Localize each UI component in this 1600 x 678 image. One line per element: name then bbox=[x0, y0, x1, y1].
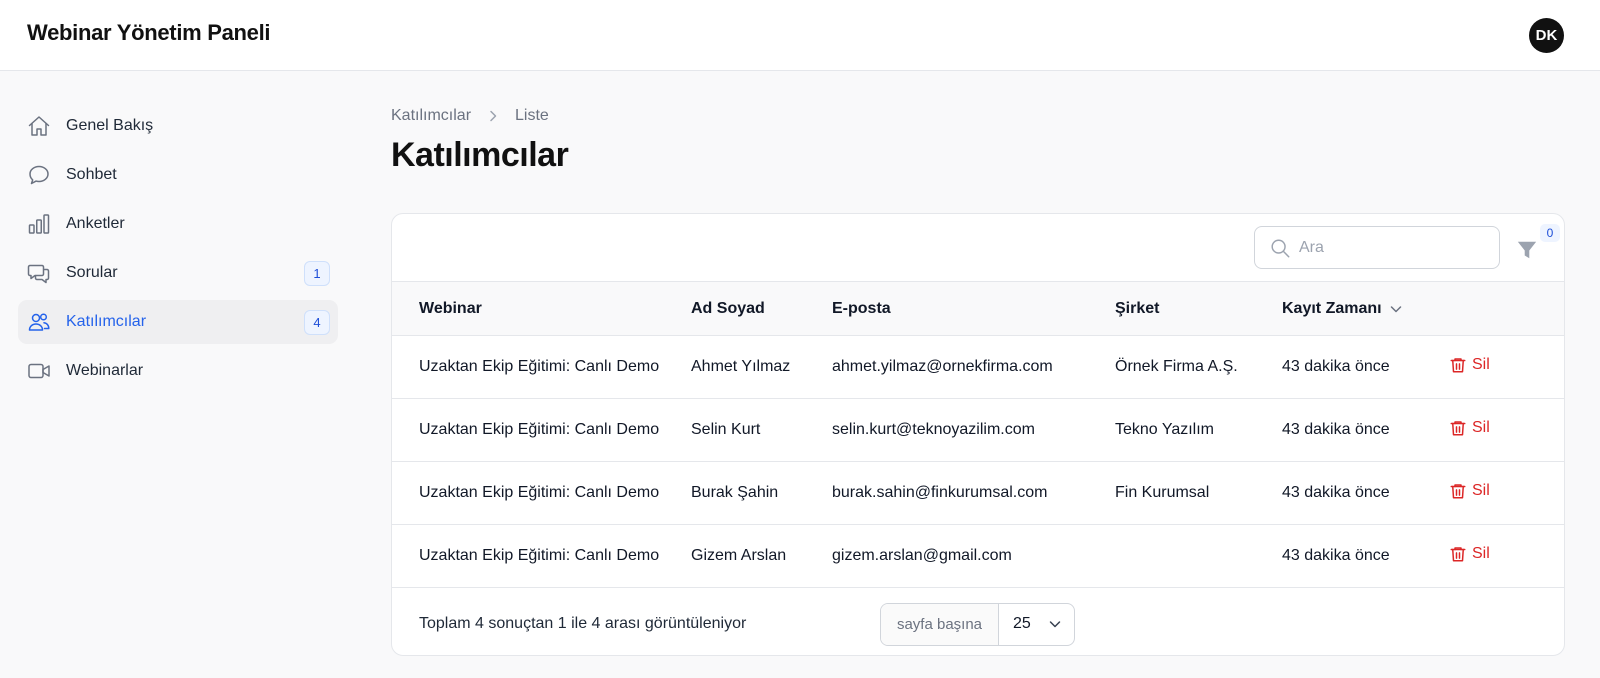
chevron-down-icon bbox=[1388, 301, 1404, 317]
bar-chart-icon bbox=[27, 212, 51, 236]
chat-bubble-icon bbox=[27, 163, 51, 187]
table-header-row: Webinar Ad Soyad E-posta Şirket Kayıt Za… bbox=[392, 281, 1564, 336]
app-title: Webinar Yönetim Paneli bbox=[27, 20, 271, 45]
cell-webinar: Uzaktan Ekip Eğitimi: Canlı Demo bbox=[392, 398, 691, 462]
filter-icon bbox=[1517, 241, 1537, 259]
per-page-control: sayfa başına 25 bbox=[880, 603, 1075, 646]
trash-icon bbox=[1449, 356, 1467, 374]
cell-email: burak.sahin@finkurumsal.com bbox=[832, 461, 1115, 525]
table-row: Uzaktan Ekip Eğitimi: Canlı Demo Burak Ş… bbox=[392, 461, 1564, 525]
sidebar-item-label: Webinarlar bbox=[66, 362, 144, 379]
cell-email: selin.kurt@teknoyazilim.com bbox=[832, 398, 1115, 462]
search-input[interactable] bbox=[1299, 227, 1489, 268]
cell-name: Ahmet Yılmaz bbox=[691, 335, 832, 399]
cell-name: Selin Kurt bbox=[691, 398, 832, 462]
breadcrumb: Katılımcılar Liste bbox=[391, 107, 549, 125]
per-page-label: sayfa başına bbox=[881, 604, 999, 645]
home-icon bbox=[27, 114, 51, 138]
delete-label: Sil bbox=[1472, 481, 1490, 499]
cell-actions: Sil bbox=[1449, 398, 1564, 462]
table-row: Uzaktan Ekip Eğitimi: Canlı Demo Gizem A… bbox=[392, 524, 1564, 588]
cell-email: gizem.arslan@gmail.com bbox=[832, 524, 1115, 588]
cell-name: Gizem Arslan bbox=[691, 524, 832, 588]
participants-table-card: 0 Webinar Ad Soyad E-posta Şirket Kayıt … bbox=[391, 213, 1565, 656]
search-box bbox=[1254, 226, 1500, 269]
cell-email: ahmet.yilmaz@ornekfirma.com bbox=[832, 335, 1115, 399]
table-row: Uzaktan Ekip Eğitimi: Canlı Demo Selin K… bbox=[392, 398, 1564, 462]
cell-actions: Sil bbox=[1449, 524, 1564, 588]
trash-icon bbox=[1449, 545, 1467, 563]
sidebar-item-katilimcilar[interactable]: Katılımcılar 4 bbox=[18, 300, 338, 344]
delete-button[interactable]: Sil bbox=[1449, 482, 1490, 500]
sidebar-count-badge: 4 bbox=[304, 310, 330, 335]
sidebar-item-webinarlar[interactable]: Webinarlar bbox=[18, 349, 338, 393]
breadcrumb-parent-link[interactable]: Katılımcılar bbox=[391, 107, 471, 125]
cell-webinar: Uzaktan Ekip Eğitimi: Canlı Demo bbox=[392, 461, 691, 525]
sidebar-item-label: Katılımcılar bbox=[66, 313, 147, 330]
sidebar-item-sohbet[interactable]: Sohbet bbox=[18, 153, 338, 197]
column-header-name: Ad Soyad bbox=[691, 281, 832, 336]
delete-button[interactable]: Sil bbox=[1449, 419, 1490, 437]
delete-button[interactable]: Sil bbox=[1449, 545, 1490, 563]
table-toolbar: 0 bbox=[392, 214, 1564, 281]
cell-company bbox=[1115, 524, 1282, 588]
column-header-email: E-posta bbox=[832, 281, 1115, 336]
sidebar-item-label: Sohbet bbox=[66, 166, 117, 183]
delete-button[interactable]: Sil bbox=[1449, 356, 1490, 374]
sidebar-item-label: Genel Bakış bbox=[66, 117, 154, 134]
column-header-webinar: Webinar bbox=[392, 281, 691, 336]
pagination-summary: Toplam 4 sonuçtan 1 ile 4 arası görüntül… bbox=[419, 615, 747, 632]
sidebar-item-anketler[interactable]: Anketler bbox=[18, 202, 338, 246]
sort-registered-button[interactable]: Kayıt Zamanı bbox=[1282, 300, 1404, 318]
cell-webinar: Uzaktan Ekip Eğitimi: Canlı Demo bbox=[392, 524, 691, 588]
trash-icon bbox=[1449, 482, 1467, 500]
search-icon bbox=[1269, 237, 1291, 259]
delete-label: Sil bbox=[1472, 355, 1490, 373]
column-header-actions bbox=[1449, 281, 1564, 336]
user-avatar[interactable]: DK bbox=[1529, 18, 1564, 53]
cell-actions: Sil bbox=[1449, 461, 1564, 525]
per-page-value: 25 bbox=[1013, 615, 1031, 632]
cell-company: Tekno Yazılım bbox=[1115, 398, 1282, 462]
cell-registered: 43 dakika önce bbox=[1282, 398, 1449, 462]
column-header-company: Şirket bbox=[1115, 281, 1282, 336]
chevron-right-icon bbox=[485, 108, 501, 124]
top-bar: Webinar Yönetim Paneli DK bbox=[0, 0, 1600, 71]
cell-company: Örnek Firma A.Ş. bbox=[1115, 335, 1282, 399]
sidebar: Genel Bakış Sohbet Anketler Sorular 1 Ka… bbox=[18, 104, 338, 398]
delete-label: Sil bbox=[1472, 418, 1490, 436]
column-header-label: Kayıt Zamanı bbox=[1282, 299, 1382, 317]
cell-actions: Sil bbox=[1449, 335, 1564, 399]
video-camera-icon bbox=[27, 359, 51, 383]
breadcrumb-current: Liste bbox=[515, 107, 549, 124]
participants-table: Webinar Ad Soyad E-posta Şirket Kayıt Za… bbox=[392, 281, 1564, 588]
cell-webinar: Uzaktan Ekip Eğitimi: Canlı Demo bbox=[392, 335, 691, 399]
chevron-down-icon bbox=[1047, 616, 1063, 632]
users-icon bbox=[27, 310, 51, 334]
sidebar-item-genel-bakis[interactable]: Genel Bakış bbox=[18, 104, 338, 148]
cell-registered: 43 dakika önce bbox=[1282, 524, 1449, 588]
page-title: Katılımcılar bbox=[391, 136, 569, 174]
cell-registered: 43 dakika önce bbox=[1282, 335, 1449, 399]
per-page-select[interactable]: 25 bbox=[999, 604, 1074, 645]
question-chat-icon bbox=[27, 261, 51, 285]
sidebar-item-label: Sorular bbox=[66, 264, 118, 281]
sidebar-count-badge: 1 bbox=[304, 261, 330, 286]
table-footer: Toplam 4 sonuçtan 1 ile 4 arası görüntül… bbox=[392, 591, 1564, 655]
filter-count-badge: 0 bbox=[1540, 224, 1560, 242]
column-header-registered[interactable]: Kayıt Zamanı bbox=[1282, 281, 1449, 336]
sidebar-item-label: Anketler bbox=[66, 215, 125, 232]
delete-label: Sil bbox=[1472, 544, 1490, 562]
sidebar-item-sorular[interactable]: Sorular 1 bbox=[18, 251, 338, 295]
trash-icon bbox=[1449, 419, 1467, 437]
cell-company: Fin Kurumsal bbox=[1115, 461, 1282, 525]
cell-registered: 43 dakika önce bbox=[1282, 461, 1449, 525]
table-row: Uzaktan Ekip Eğitimi: Canlı Demo Ahmet Y… bbox=[392, 335, 1564, 399]
cell-name: Burak Şahin bbox=[691, 461, 832, 525]
